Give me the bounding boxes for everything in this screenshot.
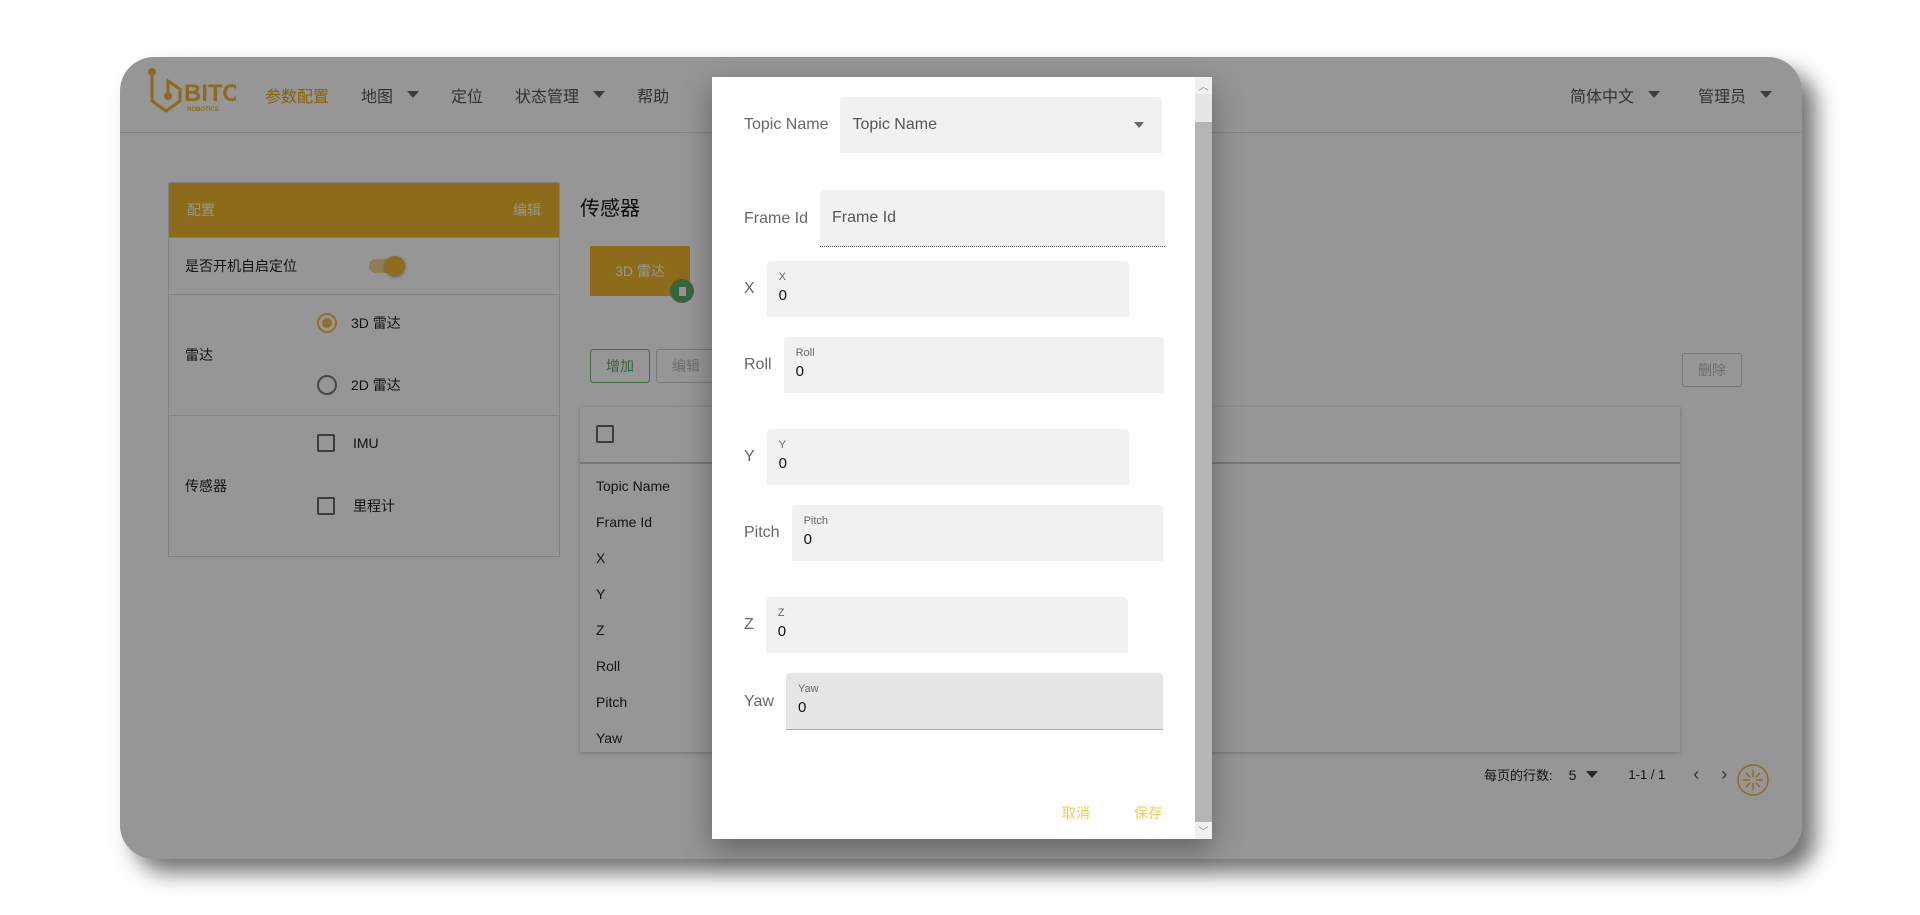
pitch-label: Pitch bbox=[744, 524, 780, 541]
y-row: Y Y 0 bbox=[744, 429, 1129, 485]
scrollbar-thumb[interactable] bbox=[1195, 94, 1212, 122]
z-input[interactable]: Z 0 bbox=[765, 597, 1128, 653]
y-float-label: Y bbox=[778, 439, 787, 451]
yaw-float-label: Yaw bbox=[797, 683, 819, 695]
x-label: X bbox=[744, 280, 755, 297]
y-label: Y bbox=[744, 448, 755, 465]
topic-name-label: Topic Name bbox=[744, 116, 829, 133]
yaw-label: Yaw bbox=[744, 692, 774, 710]
save-button[interactable]: 保存 bbox=[1134, 803, 1162, 823]
z-label: Z bbox=[744, 616, 754, 633]
frame-id-row: Frame Id Frame Id bbox=[744, 190, 1166, 247]
roll-label: Roll bbox=[744, 356, 772, 373]
pitch-value: 0 bbox=[803, 531, 812, 548]
roll-value: 0 bbox=[795, 363, 804, 380]
frame-id-input[interactable]: Frame Id bbox=[820, 190, 1166, 247]
y-value: 0 bbox=[778, 455, 788, 472]
frame-id-placeholder: Frame Id bbox=[832, 209, 897, 226]
roll-row: Roll Roll 0 bbox=[744, 337, 1164, 393]
dialog-actions: 取消 保存 bbox=[1018, 803, 1162, 823]
caret-down-icon bbox=[1134, 122, 1145, 128]
x-input[interactable]: X 0 bbox=[766, 261, 1129, 317]
roll-input[interactable]: Roll 0 bbox=[783, 337, 1164, 393]
x-row: X X 0 bbox=[744, 261, 1129, 317]
x-value: 0 bbox=[778, 287, 788, 304]
z-float-label: Z bbox=[777, 607, 785, 619]
pitch-input[interactable]: Pitch 0 bbox=[791, 505, 1163, 561]
topic-name-row: Topic Name Topic Name bbox=[744, 97, 1163, 153]
topic-name-placeholder: Topic Name bbox=[852, 116, 937, 133]
frame-id-label: Frame Id bbox=[744, 209, 809, 227]
x-float-label: X bbox=[778, 271, 787, 283]
dialog-scrollbar[interactable]: ︿ ﹀ bbox=[1195, 77, 1212, 839]
scroll-up-icon[interactable]: ︿ bbox=[1195, 77, 1212, 94]
pitch-float-label: Pitch bbox=[803, 515, 829, 527]
roll-float-label: Roll bbox=[795, 347, 815, 359]
y-input[interactable]: Y 0 bbox=[766, 429, 1129, 485]
yaw-value: 0 bbox=[797, 699, 807, 716]
pitch-row: Pitch Pitch 0 bbox=[744, 505, 1163, 561]
scroll-down-icon[interactable]: ﹀ bbox=[1195, 822, 1212, 839]
topic-name-select[interactable]: Topic Name bbox=[840, 97, 1163, 153]
z-row: Z Z 0 bbox=[744, 597, 1128, 653]
yaw-input[interactable]: Yaw 0 bbox=[785, 673, 1163, 730]
z-value: 0 bbox=[777, 623, 787, 640]
sensor-edit-dialog: Topic Name Topic Name Frame Id Frame Id … bbox=[712, 77, 1212, 839]
yaw-row: Yaw Yaw 0 bbox=[744, 673, 1163, 730]
cancel-button[interactable]: 取消 bbox=[1062, 803, 1090, 823]
